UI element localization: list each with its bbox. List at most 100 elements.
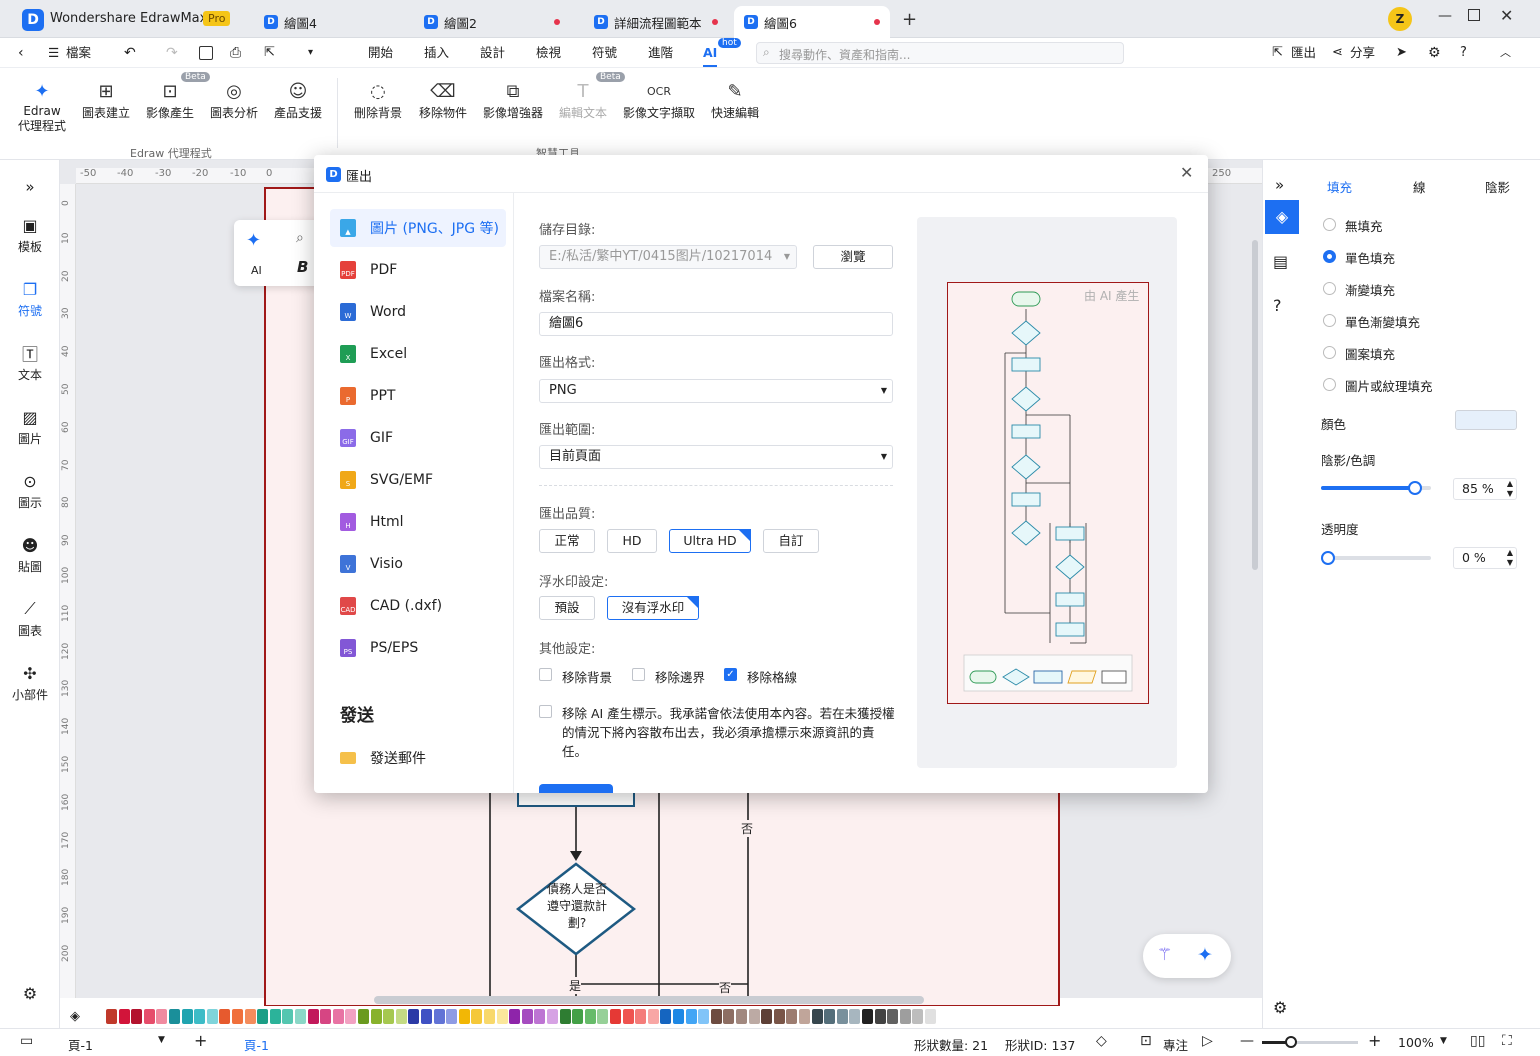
share-button[interactable]: 分享	[1350, 38, 1375, 68]
menu-ai[interactable]: AI	[703, 38, 717, 68]
format-html[interactable]: H Html	[330, 503, 506, 541]
color-swatch[interactable]	[509, 1009, 521, 1024]
color-swatch[interactable]	[698, 1009, 710, 1024]
color-swatch[interactable]	[660, 1009, 672, 1024]
tab-drawing4[interactable]: D 繪圖4	[254, 6, 404, 38]
stepper-icon[interactable]: ▲ ▼	[1507, 548, 1513, 568]
color-swatch[interactable]	[232, 1009, 243, 1024]
format-ps[interactable]: PS PS/EPS	[330, 629, 506, 667]
chart-create-button[interactable]: ⊞ 圖表建立	[76, 78, 136, 121]
shade-slider[interactable]	[1321, 481, 1431, 495]
tab-drawing6[interactable]: D 繪圖6	[734, 6, 890, 38]
book-view-icon[interactable]: ▯▯	[1470, 1033, 1485, 1049]
chevron-down-icon[interactable]: ▼	[1440, 1036, 1447, 1046]
color-swatch[interactable]	[572, 1009, 584, 1024]
color-swatch[interactable]	[345, 1009, 357, 1024]
color-swatch[interactable]	[370, 1009, 382, 1024]
export-quick-icon[interactable]: ⇱	[264, 38, 275, 68]
color-swatch[interactable]	[181, 1009, 193, 1024]
fill-bucket-icon[interactable]: ◈	[70, 1009, 80, 1024]
export-confirm-button[interactable]	[539, 784, 613, 793]
collapse-ribbon-icon[interactable]: ︿	[1500, 38, 1511, 68]
page-select[interactable]: 頁-1	[68, 1035, 93, 1054]
more-icon[interactable]: ▾	[308, 38, 313, 68]
minimize-button[interactable]: —	[1438, 8, 1452, 24]
avatar[interactable]: Z	[1388, 7, 1412, 31]
color-swatch[interactable]	[244, 1009, 256, 1024]
remove-border-checkbox[interactable]	[632, 668, 645, 681]
search-box[interactable]: ⌕ 搜尋動作、資產和指南...	[756, 42, 1124, 64]
color-swatch[interactable]	[899, 1009, 911, 1024]
sidebar-item-templates[interactable]: ▣ 模板	[0, 212, 60, 255]
color-swatch[interactable]	[156, 1009, 168, 1024]
focus-mode-button[interactable]: 專注	[1163, 1035, 1188, 1054]
color-picker[interactable]	[1455, 410, 1517, 430]
close-icon[interactable]: ✕	[1180, 163, 1193, 182]
browse-button[interactable]: 瀏覽	[813, 245, 893, 269]
color-swatch[interactable]	[786, 1009, 798, 1024]
color-swatch[interactable]	[358, 1009, 369, 1024]
format-ppt[interactable]: P PPT	[330, 377, 506, 415]
color-swatch[interactable]	[647, 1009, 659, 1024]
quality-custom[interactable]: 自訂	[763, 529, 819, 553]
quick-edit-button[interactable]: ✎ 快速編輯	[705, 78, 765, 121]
quality-ultra-hd[interactable]: Ultra HD	[669, 529, 751, 553]
color-swatch[interactable]	[635, 1009, 647, 1024]
color-swatch[interactable]	[824, 1009, 836, 1024]
color-swatch[interactable]	[307, 1009, 319, 1024]
play-icon[interactable]: ▷	[1202, 1033, 1213, 1049]
color-swatch[interactable]	[761, 1009, 773, 1024]
save-dir-field[interactable]: E:/私活/繁中YT/0415图片/10217014 ▼	[539, 245, 797, 269]
back-icon[interactable]: ‹	[18, 38, 24, 68]
color-swatch[interactable]	[257, 1009, 269, 1024]
remove-ai-label-checkbox[interactable]	[539, 705, 552, 718]
color-swatch[interactable]	[383, 1009, 395, 1024]
fit-page-icon[interactable]: ⛶	[1502, 1033, 1512, 1049]
color-swatch[interactable]	[118, 1009, 130, 1024]
color-swatch[interactable]	[131, 1009, 143, 1024]
chevron-down-icon[interactable]: ▼	[158, 1035, 165, 1045]
maximize-button[interactable]	[1468, 9, 1480, 21]
send-email[interactable]: 發送郵件	[330, 739, 506, 777]
color-swatch[interactable]	[597, 1009, 609, 1024]
bold-icon[interactable]: B	[297, 258, 308, 276]
horizontal-scrollbar[interactable]	[374, 996, 924, 1004]
search-input[interactable]: 搜尋動作、資產和指南...	[779, 46, 910, 63]
color-swatch[interactable]	[320, 1009, 332, 1024]
radio[interactable]	[1323, 218, 1336, 231]
color-swatch[interactable]	[295, 1009, 306, 1024]
shade-input[interactable]: 85 % ▲ ▼	[1453, 478, 1517, 500]
close-window-button[interactable]: ✕	[1500, 6, 1513, 25]
panel-toggle-icon[interactable]: ▭	[20, 1033, 33, 1049]
help-icon[interactable]: ?	[1460, 38, 1467, 68]
page-tab[interactable]: 頁-1	[244, 1035, 269, 1054]
zoom-out-button[interactable]: —	[1240, 1033, 1254, 1049]
radio[interactable]	[1323, 346, 1336, 359]
edraw-agent-button[interactable]: ✦ Edraw 代理程式	[12, 78, 72, 134]
watermark-default[interactable]: 預設	[539, 596, 595, 620]
focus-icon[interactable]: ⊡	[1140, 1033, 1152, 1049]
magic-wand-icon[interactable]: ⚚	[1157, 945, 1172, 965]
product-support-button[interactable]: ☺ 產品支援	[268, 78, 328, 121]
color-swatch[interactable]	[169, 1009, 180, 1024]
opacity-slider[interactable]	[1321, 551, 1431, 565]
color-swatch[interactable]	[446, 1009, 458, 1024]
edit-text-button[interactable]: T 編輯文本	[553, 78, 613, 121]
quality-normal[interactable]: 正常	[539, 529, 595, 553]
color-swatch[interactable]	[332, 1009, 344, 1024]
image-enhancer-button[interactable]: ⧉ 影像增強器	[478, 78, 548, 121]
format-pdf[interactable]: PDF PDF	[330, 251, 506, 289]
settings-gear-icon[interactable]: ⚙	[0, 984, 60, 1003]
sidebar-item-stickers[interactable]: ☻ 貼圖	[0, 532, 60, 575]
color-swatch[interactable]	[622, 1009, 634, 1024]
remove-grid-checkbox[interactable]: ✓	[724, 668, 737, 681]
tab-detailed-flowchart[interactable]: D 詳細流程圖範本	[584, 6, 729, 38]
menu-insert[interactable]: 插入	[424, 38, 449, 68]
color-swatch[interactable]	[559, 1009, 571, 1024]
color-swatch[interactable]	[799, 1009, 810, 1024]
hamburger-icon[interactable]: ☰	[48, 38, 59, 68]
page-properties-icon[interactable]: ▤	[1273, 252, 1288, 271]
color-swatch[interactable]	[282, 1009, 294, 1024]
color-swatch[interactable]	[748, 1009, 760, 1024]
format-image[interactable]: ▲ 圖片 (PNG、JPG 等)	[330, 209, 506, 247]
